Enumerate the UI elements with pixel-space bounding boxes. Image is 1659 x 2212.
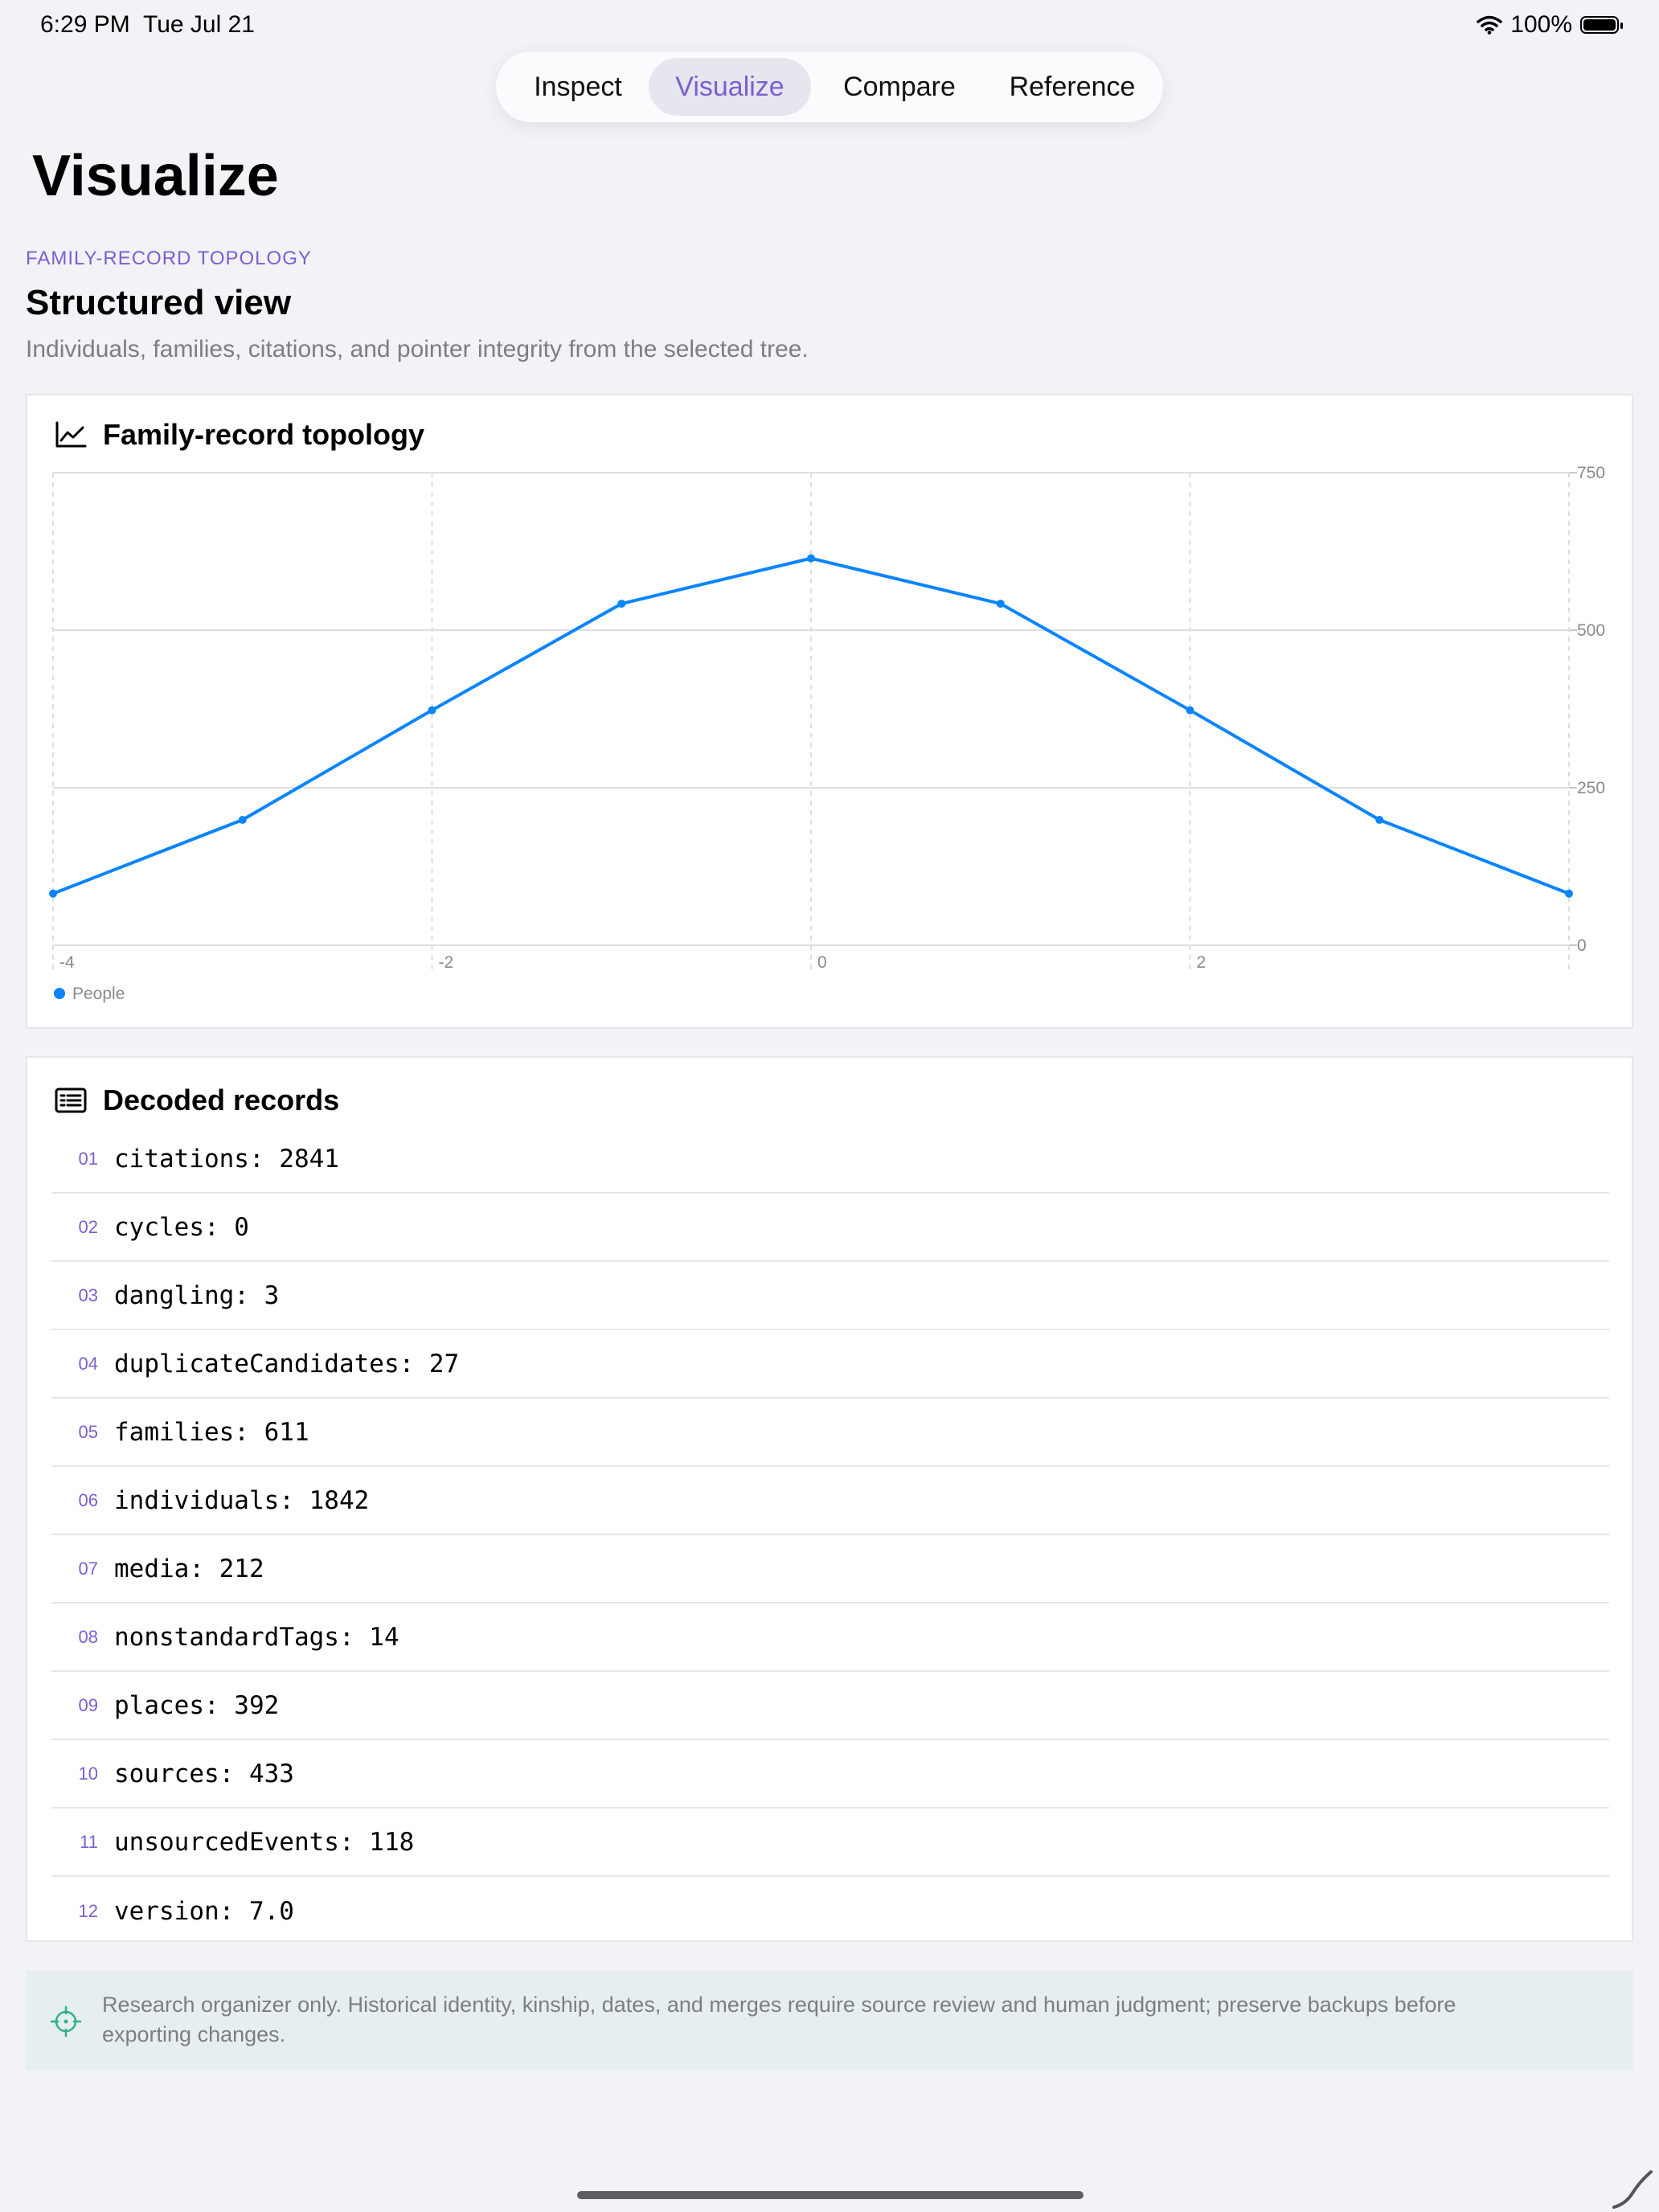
data-point: [807, 554, 815, 563]
record-row: 10 sources: 433: [51, 1740, 1609, 1809]
x-tick-label: -2: [439, 953, 454, 972]
record-number: 07: [78, 1558, 98, 1579]
y-tick-label: 0: [1577, 936, 1587, 955]
records-card-title: Decoded records: [103, 1083, 340, 1116]
page-title: Visualize: [32, 144, 279, 208]
record-row: 08 nonstandardTags: 14: [51, 1604, 1609, 1672]
record-text: families: 611: [114, 1417, 309, 1447]
data-point: [1565, 889, 1573, 898]
record-number: 01: [78, 1148, 98, 1169]
record-number: 05: [78, 1421, 98, 1442]
view-switcher: Inspect Visualize Compare Reference: [496, 51, 1163, 122]
record-text: places: 392: [114, 1690, 280, 1720]
record-number: 06: [78, 1489, 98, 1510]
records-card-header: Decoded records: [55, 1083, 339, 1117]
record-number: 08: [78, 1626, 98, 1647]
status-bar: 6:29 PM Tue Jul 21 100%: [0, 0, 1659, 51]
record-text: duplicateCandidates: 27: [114, 1349, 460, 1378]
x-tick-label: 2: [1197, 953, 1206, 972]
battery-percent: 100%: [1510, 11, 1572, 38]
disclaimer-text: Research organizer only. Historical iden…: [102, 1993, 1456, 2046]
data-point: [428, 706, 436, 715]
data-point: [617, 600, 626, 608]
record-row: 05 families: 611: [51, 1399, 1609, 1467]
line-chart: -4 -2 0 2 0 250 500 750 People: [49, 464, 1605, 1003]
record-row: 03 dangling: 3: [51, 1262, 1609, 1330]
records-list: 01 citations: 2841 02 cycles: 0 03 dangling…: [51, 1125, 1609, 1945]
legend-label-people: People: [72, 985, 125, 1003]
section-eyebrow: FAMILY-RECORD TOPOLOGY: [26, 248, 312, 269]
tab-reference[interactable]: Reference: [988, 58, 1157, 116]
record-text: cycles: 0: [114, 1212, 249, 1242]
data-point: [1375, 815, 1384, 824]
record-row: 11 unsourcedEvents: 118: [51, 1809, 1609, 1877]
x-tick-label: -4: [59, 953, 75, 972]
record-text: citations: 2841: [114, 1144, 339, 1174]
data-point: [238, 815, 247, 824]
record-text: dangling: 3: [114, 1280, 280, 1310]
record-text: sources: 433: [114, 1759, 294, 1788]
tab-visualize[interactable]: Visualize: [649, 58, 811, 116]
record-text: version: 7.0: [114, 1896, 294, 1926]
record-number: 11: [80, 1831, 98, 1852]
data-point: [1186, 706, 1194, 715]
tab-compare[interactable]: Compare: [816, 58, 983, 116]
chart-card: Family-record topology -4 -2 0 2 0 250 500 750…: [26, 394, 1633, 1029]
record-number: 03: [78, 1284, 98, 1305]
record-number: 09: [78, 1694, 98, 1715]
status-time: 6:29 PM: [40, 11, 130, 38]
pencil-stroke-icon: [1612, 2170, 1653, 2209]
record-text: media: 212: [114, 1554, 264, 1583]
battery-fill: [1583, 19, 1616, 31]
legend-marker-people: [54, 988, 65, 999]
record-number: 12: [78, 1900, 98, 1921]
wifi-icon: [1477, 15, 1503, 35]
status-indicators: 100%: [1477, 11, 1623, 39]
record-number: 10: [78, 1763, 98, 1784]
list-icon: [55, 1088, 87, 1113]
section-subtitle: Individuals, families, citations, and po…: [26, 336, 809, 363]
record-number: 04: [78, 1353, 98, 1374]
disclaimer-banner: Research organizer only. Historical iden…: [26, 1971, 1633, 2071]
data-point: [996, 600, 1005, 608]
y-tick-label: 750: [1577, 464, 1605, 482]
status-date: Tue Jul 21: [143, 11, 255, 38]
section-title: Structured view: [26, 283, 292, 322]
records-card: Decoded records 01 citations: 2841 02 cycl…: [26, 1056, 1633, 1942]
record-text: unsourcedEvents: 118: [114, 1827, 415, 1857]
record-row: 07 media: 212: [51, 1535, 1609, 1604]
record-number: 02: [78, 1216, 98, 1237]
tab-inspect[interactable]: Inspect: [502, 58, 653, 116]
y-tick-label: 250: [1577, 779, 1605, 797]
record-text: nonstandardTags: 14: [114, 1622, 399, 1652]
crosshair-icon: [50, 2005, 82, 2038]
record-text: individuals: 1842: [114, 1485, 370, 1515]
y-tick-label: 500: [1577, 621, 1605, 640]
record-row: 09 places: 392: [51, 1672, 1609, 1740]
record-row: 06 individuals: 1842: [51, 1467, 1609, 1535]
record-row: 02 cycles: 0: [51, 1194, 1609, 1262]
home-indicator[interactable]: [577, 2191, 1083, 2199]
record-row: 01 citations: 2841: [51, 1125, 1609, 1194]
record-row: 12 version: 7.0: [51, 1877, 1609, 1945]
x-tick-label: 0: [817, 953, 827, 972]
battery-icon: [1580, 16, 1623, 34]
data-point: [49, 889, 57, 898]
record-row: 04 duplicateCandidates: 27: [51, 1330, 1609, 1399]
